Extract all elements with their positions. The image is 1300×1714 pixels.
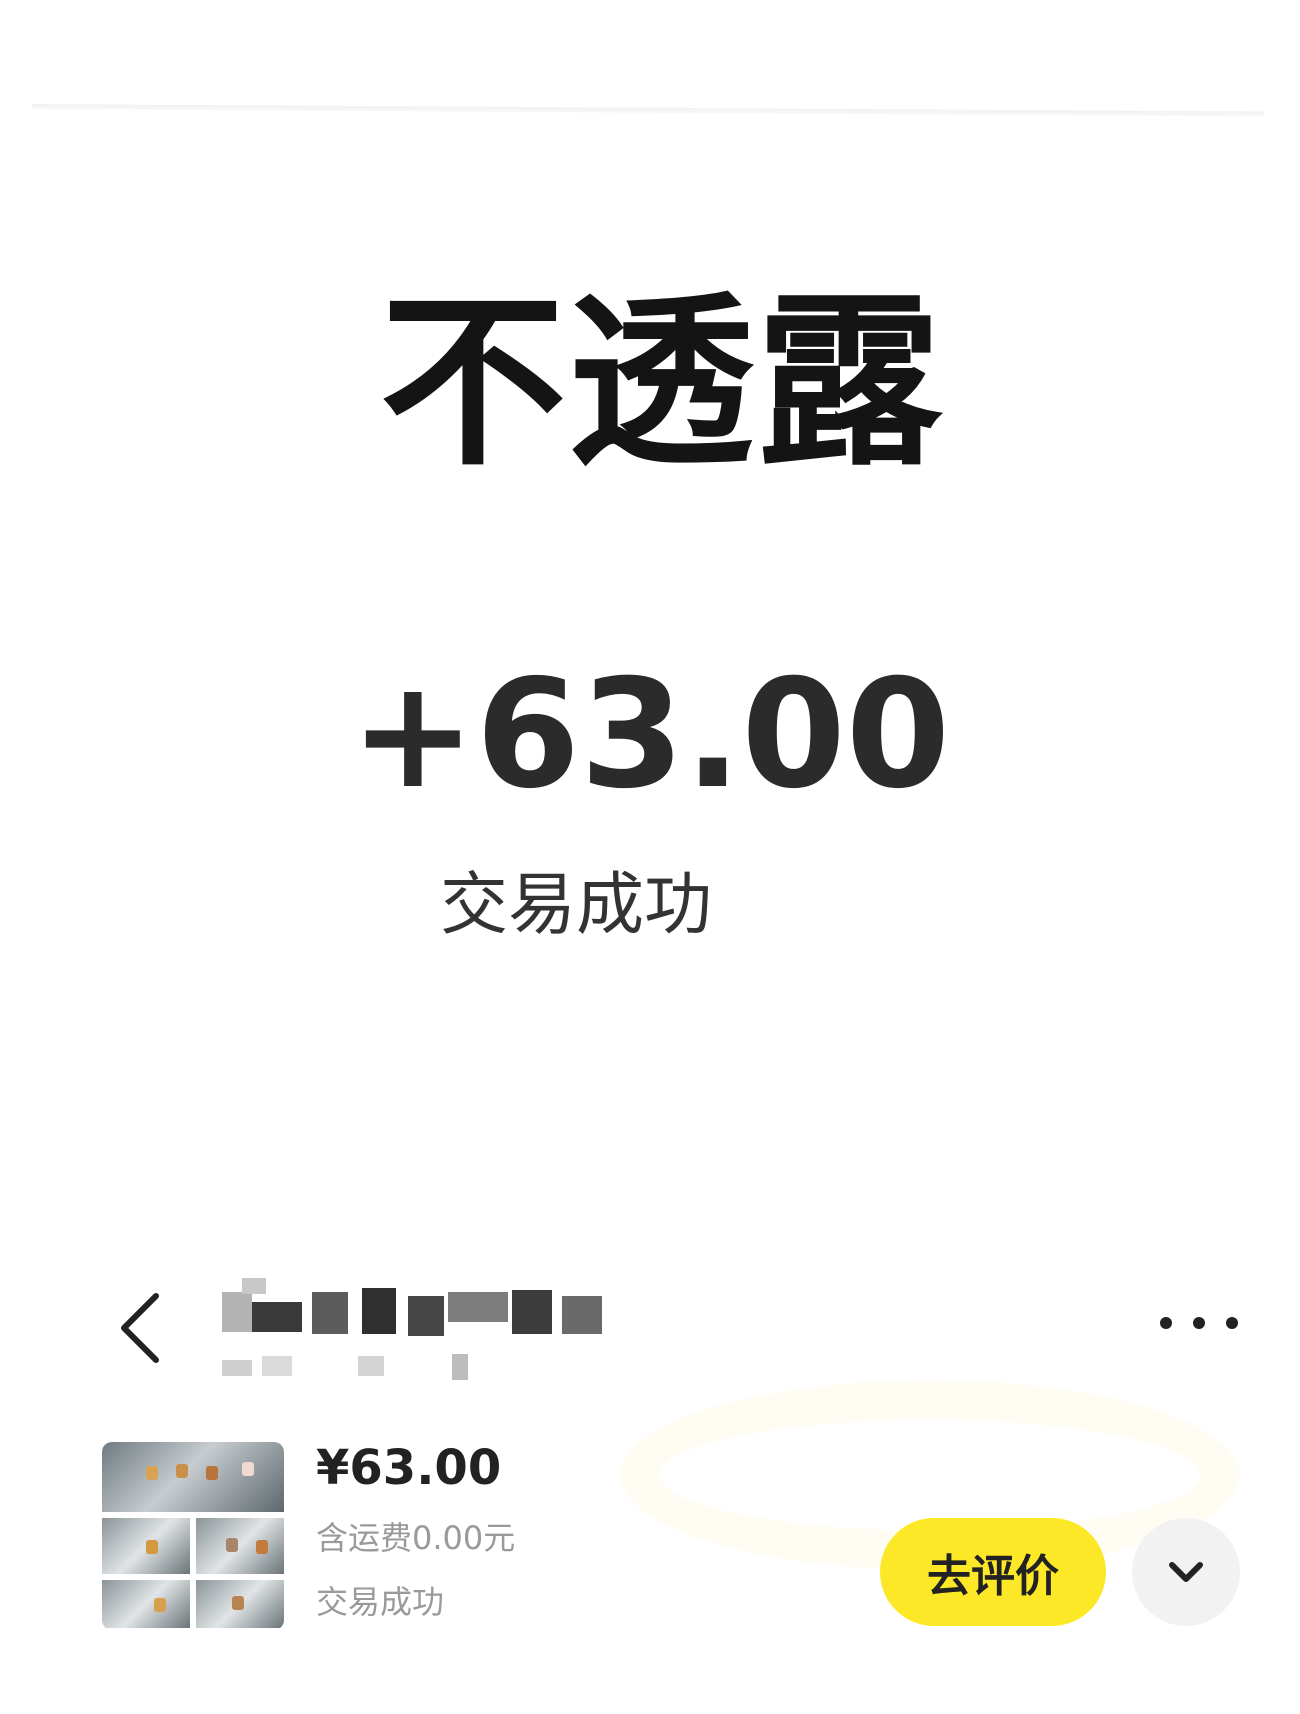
order-price: ¥63.00 (316, 1440, 502, 1496)
headline-text: 不透露 (380, 274, 945, 491)
top-divider (31, 104, 1264, 117)
transaction-amount: +63.00 (350, 648, 951, 822)
seller-name-obscured (222, 1278, 632, 1388)
more-options-button[interactable] (1160, 1312, 1238, 1334)
order-status: 交易成功 (316, 1583, 445, 1621)
chevron-down-icon (1169, 1562, 1203, 1582)
review-button[interactable]: 去评价 (880, 1518, 1106, 1626)
chevron-left-icon (121, 1293, 159, 1363)
transaction-status: 交易成功 (440, 866, 713, 945)
more-dots-icon (1160, 1317, 1172, 1329)
product-thumbnail[interactable] (102, 1442, 284, 1630)
expand-button[interactable] (1132, 1518, 1240, 1626)
shipping-note: 含运费0.00元 (316, 1519, 516, 1557)
back-button[interactable] (112, 1288, 172, 1368)
